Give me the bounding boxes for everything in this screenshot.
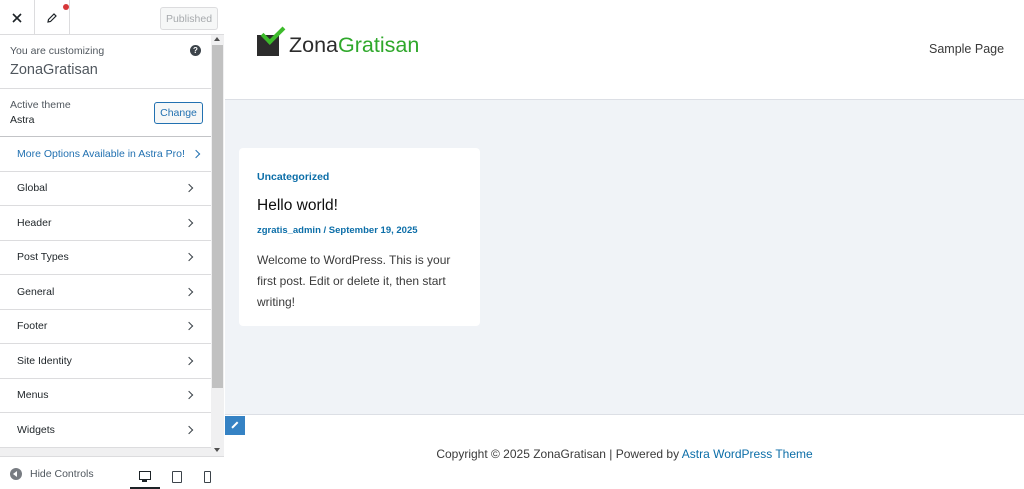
- site-title: ZonaGratisan: [10, 62, 98, 78]
- published-button[interactable]: Published: [160, 7, 218, 30]
- menu-item-header[interactable]: Header: [0, 206, 211, 241]
- close-icon: [12, 12, 22, 23]
- preview-mobile-button[interactable]: [192, 463, 222, 489]
- menu-item-site-identity[interactable]: Site Identity: [0, 344, 211, 379]
- chevron-right-icon: [184, 425, 194, 434]
- preview-tablet-button[interactable]: [162, 463, 192, 489]
- menu-item-menus[interactable]: Menus: [0, 378, 211, 413]
- active-theme-label: Active theme: [10, 99, 71, 111]
- copyright-label: Copyright © 2025 ZonaGratisan | Powered …: [436, 447, 682, 461]
- post-title[interactable]: Hello world!: [257, 197, 338, 215]
- logo-text: ZonaGratisan: [289, 32, 420, 57]
- active-theme-name: Astra: [10, 114, 35, 126]
- tablet-icon: [172, 470, 182, 483]
- menu-item-label: Header: [17, 216, 52, 229]
- customizing-info: You are customizing ZonaGratisan ?: [0, 35, 211, 89]
- post-category[interactable]: Uncategorized: [257, 171, 329, 183]
- chevron-right-icon: [191, 149, 201, 158]
- edit-shortcut-button[interactable]: [225, 416, 245, 435]
- customizer-topbar: Published: [0, 0, 224, 35]
- site-preview: ZonaGratisan Sample Page Uncategorized H…: [225, 0, 1024, 489]
- notification-dot: [63, 4, 69, 10]
- scroll-up-icon[interactable]: [214, 37, 220, 41]
- logo-text-gratisan: Gratisan: [338, 32, 420, 57]
- customizer-sidebar: Published You are customizing ZonaGratis…: [0, 0, 224, 489]
- post-meta[interactable]: zgratis_admin / September 19, 2025: [257, 225, 418, 236]
- menu-item-footer[interactable]: Footer: [0, 309, 211, 344]
- hide-controls-button[interactable]: Hide Controls: [30, 468, 94, 480]
- post-excerpt: Welcome to WordPress. This is your first…: [257, 253, 451, 309]
- chevron-right-icon: [184, 253, 194, 262]
- menu-item-label: Global: [17, 182, 48, 195]
- chevron-right-icon: [184, 184, 194, 193]
- chevron-right-icon: [184, 322, 194, 331]
- close-button[interactable]: [0, 0, 35, 35]
- app: Published You are customizing ZonaGratis…: [0, 0, 1024, 489]
- menu-item-label: Menus: [17, 389, 49, 402]
- chevron-right-icon: [184, 391, 194, 400]
- pencil-icon: [47, 12, 57, 23]
- menu-item-label: General: [17, 285, 55, 298]
- scroll-down-icon[interactable]: [214, 448, 220, 452]
- menu-item-label: Post Types: [17, 251, 69, 264]
- nav-sample-page[interactable]: Sample Page: [929, 42, 1004, 56]
- logo-text-zona: Zona: [289, 32, 339, 57]
- customizer-menu: More Options Available in Astra Pro! Glo…: [0, 137, 211, 448]
- change-theme-button[interactable]: Change: [154, 102, 203, 124]
- customizing-label: You are customizing: [10, 45, 105, 57]
- menu-item-label: Widgets: [17, 423, 55, 436]
- astra-theme-link[interactable]: Astra WordPress Theme: [682, 447, 813, 461]
- menu-item-general[interactable]: General: [0, 275, 211, 310]
- site-footer: Copyright © 2025 ZonaGratisan | Powered …: [225, 414, 1024, 489]
- customizer-panel: You are customizing ZonaGratisan ? Activ…: [0, 35, 211, 456]
- site-header: ZonaGratisan Sample Page: [225, 0, 1024, 100]
- mobile-icon: [203, 470, 211, 483]
- customizer-footer: Hide Controls: [0, 456, 224, 489]
- site-logo[interactable]: ZonaGratisan: [256, 20, 420, 57]
- menu-item-global[interactable]: Global: [0, 171, 211, 206]
- astra-pro-link[interactable]: More Options Available in Astra Pro!: [0, 137, 211, 172]
- chevron-right-icon: [184, 218, 194, 227]
- desktop-icon: [139, 470, 151, 482]
- astra-pro-label: More Options Available in Astra Pro!: [17, 147, 185, 160]
- pencil-icon: [231, 421, 239, 430]
- chevron-right-icon: [184, 356, 194, 365]
- chevron-right-icon: [184, 287, 194, 296]
- help-icon[interactable]: ?: [190, 45, 201, 56]
- logo-mark-icon: [256, 20, 286, 56]
- active-theme-section: Active theme Astra Change: [0, 89, 211, 137]
- arrow-left-icon[interactable]: [10, 468, 22, 480]
- preview-desktop-button[interactable]: [130, 463, 160, 489]
- copyright-text: Copyright © 2025 ZonaGratisan | Powered …: [225, 447, 1024, 461]
- menu-item-post-types[interactable]: Post Types: [0, 240, 211, 275]
- menu-item-widgets[interactable]: Widgets: [0, 413, 211, 448]
- menu-item-label: Footer: [17, 320, 48, 333]
- post-card: Uncategorized Hello world! zgratis_admin…: [239, 148, 480, 326]
- menu-item-label: Site Identity: [17, 354, 72, 367]
- scrollbar-thumb[interactable]: [212, 45, 223, 388]
